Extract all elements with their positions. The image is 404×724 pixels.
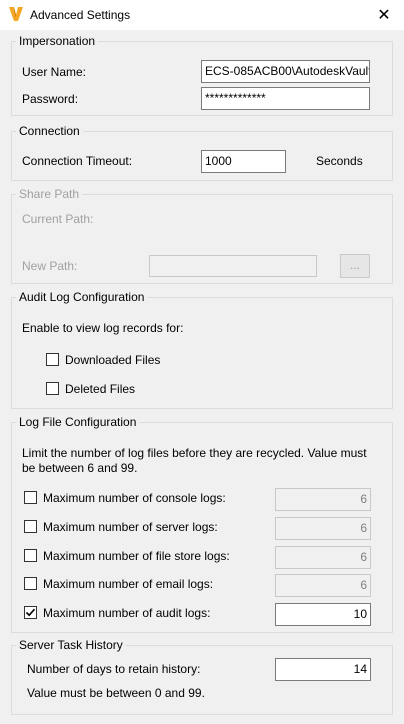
- audit-log-legend: Audit Log Configuration: [16, 290, 148, 304]
- retain-days-field[interactable]: 14: [275, 658, 371, 681]
- checkmark-icon: [25, 608, 36, 617]
- log-file-description-1: Limit the number of log files before the…: [22, 446, 367, 460]
- share-path-legend: Share Path: [16, 187, 83, 201]
- connection-group: Connection Connection Timeout: 1000 Seco…: [11, 124, 393, 181]
- email-logs-checkbox[interactable]: [24, 577, 37, 590]
- downloaded-files-checkbox[interactable]: [46, 353, 59, 366]
- password-field[interactable]: *************: [201, 87, 370, 110]
- audit-log-description: Enable to view log records for:: [22, 321, 184, 335]
- console-logs-label: Maximum number of console logs:: [43, 491, 226, 505]
- log-file-group: Log File Configuration Limit the number …: [11, 415, 393, 633]
- server-logs-field[interactable]: 6: [275, 517, 371, 540]
- audit-logs-label: Maximum number of audit logs:: [43, 606, 211, 620]
- connection-legend: Connection: [16, 124, 83, 138]
- new-path-field[interactable]: [149, 255, 317, 277]
- close-button[interactable]: ✕: [364, 0, 404, 30]
- connection-timeout-label: Connection Timeout:: [22, 154, 133, 168]
- server-logs-label: Maximum number of server logs:: [43, 520, 218, 534]
- audit-logs-field[interactable]: 10: [275, 603, 371, 626]
- user-name-field[interactable]: ECS-085ACB00\AutodeskVault: [201, 60, 370, 83]
- file-store-logs-field[interactable]: 6: [275, 546, 371, 569]
- file-store-logs-checkbox[interactable]: [24, 549, 37, 562]
- connection-timeout-field[interactable]: 1000: [201, 150, 286, 173]
- file-store-logs-label: Maximum number of file store logs:: [43, 549, 230, 563]
- deleted-files-label: Deleted Files: [65, 382, 136, 396]
- new-path-label: New Path:: [22, 259, 78, 273]
- impersonation-legend: Impersonation: [16, 34, 99, 48]
- window-title: Advanced Settings: [30, 8, 131, 22]
- server-task-group: Server Task History Number of days to re…: [11, 638, 393, 715]
- email-logs-field[interactable]: 6: [275, 574, 371, 597]
- audit-log-group: Audit Log Configuration Enable to view l…: [11, 290, 393, 409]
- browse-button[interactable]: ...: [340, 254, 370, 278]
- log-file-legend: Log File Configuration: [16, 415, 140, 429]
- email-logs-label: Maximum number of email logs:: [43, 577, 214, 591]
- server-task-legend: Server Task History: [16, 638, 126, 652]
- downloaded-files-label: Downloaded Files: [65, 353, 161, 367]
- retain-days-note: Value must be between 0 and 99.: [27, 686, 205, 700]
- close-icon: ✕: [377, 7, 391, 24]
- autodesk-vault-icon: [9, 7, 23, 21]
- audit-logs-checkbox[interactable]: [24, 606, 37, 619]
- impersonation-group: Impersonation User Name: ECS-085ACB00\Au…: [11, 34, 393, 116]
- share-path-group: Share Path Current Path: New Path: ...: [11, 187, 393, 284]
- server-logs-checkbox[interactable]: [24, 520, 37, 533]
- deleted-files-checkbox[interactable]: [46, 382, 59, 395]
- title-bar: Advanced Settings ✕: [0, 0, 404, 30]
- current-path-label: Current Path:: [22, 212, 94, 226]
- console-logs-field[interactable]: 6: [275, 488, 371, 511]
- seconds-label: Seconds: [316, 154, 363, 168]
- console-logs-checkbox[interactable]: [24, 491, 37, 504]
- password-label: Password:: [22, 92, 79, 106]
- retain-days-label: Number of days to retain history:: [27, 662, 201, 676]
- log-file-description-2: be between 6 and 99.: [22, 461, 138, 475]
- user-name-label: User Name:: [22, 65, 87, 79]
